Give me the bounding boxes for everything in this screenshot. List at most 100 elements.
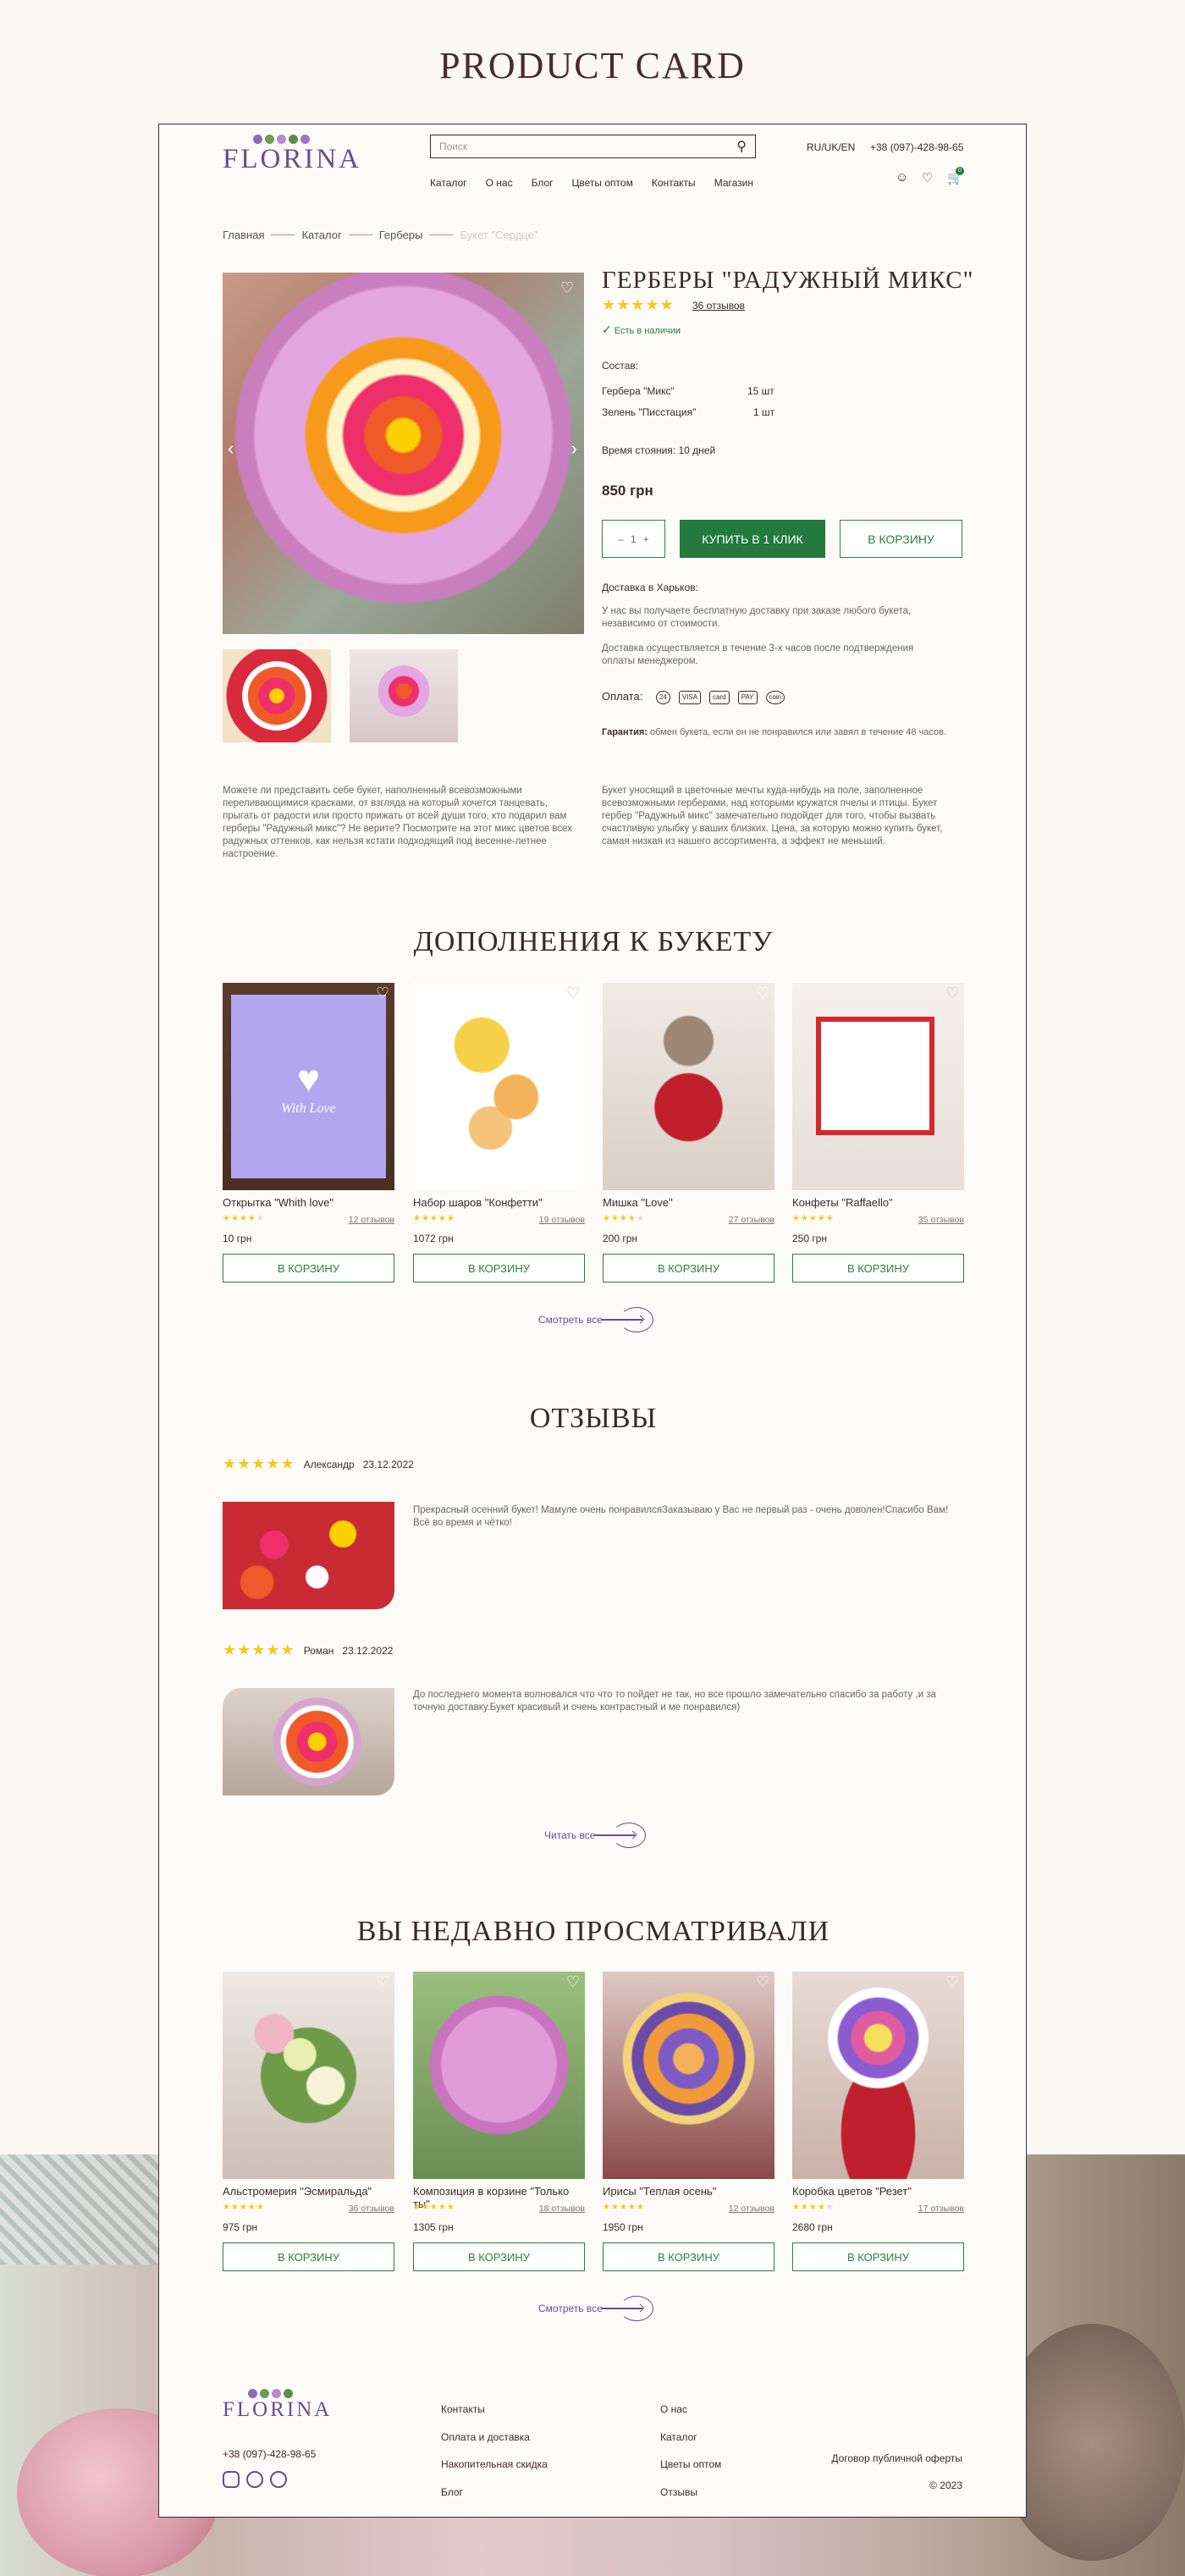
breadcrumb-gerberas[interactable]: Герберы [379,229,423,241]
product-card-image[interactable]: ♡ [603,1972,774,2179]
gallery-prev-arrow-icon[interactable]: ‹ [228,438,234,460]
viber-icon[interactable] [246,2471,263,2488]
product-thumbnail-2[interactable] [350,649,458,742]
favorite-heart-icon[interactable]: ♡ [376,1974,391,1989]
quantity-stepper[interactable]: –1 + [602,520,665,558]
add-to-cart-button[interactable]: В КОРЗИНУ [792,2242,964,2271]
add-to-cart-button[interactable]: В КОРЗИНУ [413,2242,585,2271]
quantity-value[interactable]: 1 [631,533,637,545]
nav-wholesale[interactable]: Цветы оптом [572,177,633,189]
quantity-minus-button[interactable]: – [618,533,624,545]
header-phone[interactable]: +38 (097)-428-98-65 [870,141,963,153]
favorite-heart-icon[interactable]: ♡ [566,1974,581,1989]
product-card-reviews[interactable]: 17 отзывов [792,2204,964,2214]
nav-catalog[interactable]: Каталог [430,177,467,189]
product-card-price: 10 грн [223,1233,252,1244]
quantity-plus-button[interactable]: + [643,533,649,545]
review-date: 23.12.2022 [342,1644,394,1657]
footer-link-about[interactable]: О нас [660,2396,721,2424]
telegram-icon[interactable] [270,2471,287,2488]
check-icon: ✓ [602,323,612,336]
recent-see-all-link[interactable]: Смотреть все [538,2296,653,2321]
product-card-name[interactable]: Мишка "Love" [603,1196,774,1209]
addons-see-all-link[interactable]: Смотреть все [538,1307,653,1332]
add-to-cart-button[interactable]: В КОРЗИНУ [603,2242,774,2271]
product-card-image[interactable]: ♡ [413,1972,585,2179]
footer-link-wholesale[interactable]: Цветы оптом [660,2451,721,2479]
product-reviews-link[interactable]: 36 отзывов [692,300,745,312]
product-card-image[interactable]: ♡ [413,983,585,1190]
favorites-icon[interactable]: ♡ [922,170,933,185]
product-card-image[interactable]: ♡ [792,1972,964,2179]
product-card-reviews[interactable]: 12 отзывов [603,2204,774,2214]
product-card-name[interactable]: Коробка цветов "Резет" [792,2185,964,2198]
product-card-name[interactable]: Конфеты "Raffaello" [792,1196,964,1209]
product-card-reviews[interactable]: 27 отзывов [603,1215,774,1225]
product-card-reviews[interactable]: 36 отзывов [223,2204,394,2214]
product-card-reviews[interactable]: 19 отзывов [413,1215,585,1225]
add-to-cart-button[interactable]: В КОРЗИНУ [840,520,962,558]
footer-link-blog[interactable]: Блог [441,2479,548,2507]
composition-item-qty: 15 шт [747,385,774,397]
footer-logo[interactable]: FLORINA [223,2389,341,2422]
product-card-image[interactable]: ♥ With Love ♡ [223,983,394,1190]
footer-link-catalog[interactable]: Каталог [660,2424,721,2452]
favorite-heart-icon[interactable]: ♡ [376,985,391,1001]
product-card-name[interactable]: Ирисы "Теплая осень" [603,2185,774,2198]
user-icon[interactable]: ☺ [896,170,908,185]
product-card-image[interactable]: ♡ [223,1972,394,2179]
description-left: Можете ли представить себе букет, наполн… [223,786,572,859]
product-main-image[interactable]: ♡ ‹ › [223,273,584,634]
buy-one-click-button[interactable]: КУПИТЬ В 1 КЛИК [680,520,825,558]
footer-phone[interactable]: +38 (097)-428-98-65 [223,2448,316,2460]
favorite-heart-icon[interactable]: ♡ [756,1974,771,1989]
favorite-heart-icon[interactable]: ♡ [566,985,581,1001]
footer-link-contacts[interactable]: Контакты [441,2396,548,2424]
language-switcher[interactable]: RU/UK/EN [807,141,855,153]
breadcrumb-catalog[interactable]: Каталог [301,229,341,241]
review-text: Прекрасный осенний букет! Мамуле очень п… [413,1505,949,1528]
add-to-cart-button[interactable]: В КОРЗИНУ [413,1254,585,1282]
logo-flowers-icon [253,135,341,144]
product-card-reviews[interactable]: 18 отзывов [413,2204,585,2214]
addons-section-title: ДОПОЛНЕНИЯ К БУКЕТУ [413,926,774,957]
nav-shop[interactable]: Магазин [714,177,753,189]
product-card-image[interactable]: ♡ [603,983,774,1190]
composition-label: Состав: [602,360,639,372]
composition-item-name: Зелень "Писстация" [602,406,697,418]
review-photo[interactable] [223,1502,394,1609]
breadcrumb-home[interactable]: Главная [223,229,264,241]
logo[interactable]: FLORINA [223,135,359,175]
product-thumbnail-1[interactable] [223,649,331,742]
search-input[interactable]: Поиск ⚲ [430,135,756,158]
footer-col-1: Контакты Оплата и доставка Накопительная… [441,2396,548,2506]
favorite-heart-icon[interactable]: ♡ [560,280,576,295]
favorite-heart-icon[interactable]: ♡ [756,985,771,1001]
nav-about[interactable]: О нас [486,177,513,189]
product-card-reviews[interactable]: 12 отзывов [223,1215,394,1225]
footer-offer-link[interactable]: Договор публичной оферты [831,2452,962,2464]
cart-icon[interactable]: 🛒 0 [947,167,964,185]
favorite-heart-icon[interactable]: ♡ [945,1974,961,1989]
footer-link-payment-delivery[interactable]: Оплата и доставка [441,2424,548,2452]
product-card-price: 200 грн [603,1233,638,1244]
product-card-image[interactable]: ♡ [792,983,964,1190]
add-to-cart-button[interactable]: В КОРЗИНУ [223,2242,394,2271]
review-photo[interactable] [223,1688,394,1795]
instagram-icon[interactable] [223,2471,240,2488]
nav-contacts[interactable]: Контакты [652,177,696,189]
reviews-read-all-link[interactable]: Читать все [544,1823,647,1848]
favorite-heart-icon[interactable]: ♡ [945,985,961,1001]
product-card-reviews[interactable]: 35 отзывов [792,1215,964,1225]
add-to-cart-button[interactable]: В КОРЗИНУ [792,1254,964,1282]
add-to-cart-button[interactable]: В КОРЗИНУ [223,1254,394,1282]
nav-blog[interactable]: Блог [532,177,554,189]
gallery-next-arrow-icon[interactable]: › [571,438,577,460]
search-icon[interactable]: ⚲ [736,138,747,155]
footer-link-reviews[interactable]: Отзывы [660,2479,721,2507]
footer-link-discount[interactable]: Накопительная скидка [441,2451,548,2479]
add-to-cart-button[interactable]: В КОРЗИНУ [603,1254,774,1282]
product-card-name[interactable]: Открытка "Whith love" [223,1196,394,1209]
product-card-name[interactable]: Набор шаров "Конфетти" [413,1196,585,1209]
product-card-name[interactable]: Альстромерия "Эсмиральда" [223,2185,394,2198]
